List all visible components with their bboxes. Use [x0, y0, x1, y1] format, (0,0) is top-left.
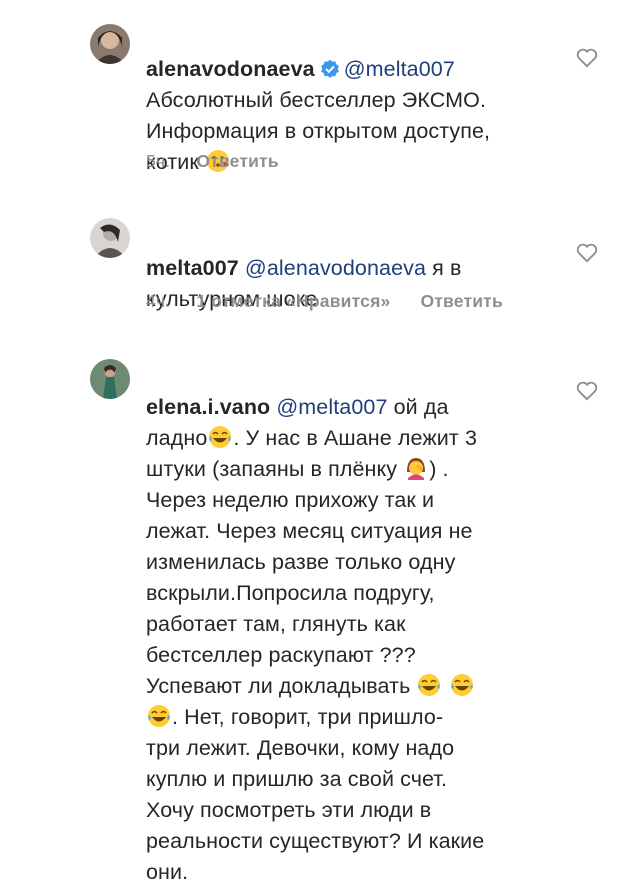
- comment-meta: 5ч. Ответить: [146, 151, 309, 172]
- timestamp: 4ч.: [146, 291, 171, 311]
- username[interactable]: elena.i.vano: [146, 395, 270, 419]
- avatar[interactable]: [90, 218, 130, 258]
- mention-link[interactable]: @melta007: [344, 57, 455, 81]
- reply-button[interactable]: Ответить: [196, 151, 278, 171]
- comment-elena-i-vano: elena.i.vano @melta007 ой да ладно. У на…: [0, 330, 632, 884]
- username[interactable]: melta007: [146, 256, 239, 280]
- likes-count[interactable]: 1 отметка «Нравится»: [196, 291, 390, 311]
- tears-of-joy-emoji: [418, 674, 441, 696]
- comment-text: elena.i.vano @melta007 ой да ладно. У на…: [146, 361, 546, 888]
- tears-of-joy-emoji: [450, 674, 473, 696]
- username[interactable]: alenavodonaeva: [146, 57, 315, 81]
- heart-outline-icon[interactable]: [576, 48, 598, 68]
- comment-body-3: ) . Через неделю прихожу так и лежат. Че…: [146, 457, 473, 698]
- heart-outline-icon[interactable]: [576, 381, 598, 401]
- verified-badge-icon: [320, 59, 339, 78]
- tears-of-joy-emoji: [209, 426, 232, 448]
- tears-of-joy-emoji: [148, 705, 170, 727]
- avatar[interactable]: [90, 359, 130, 399]
- mention-link[interactable]: @alenavodonaeva: [245, 256, 426, 280]
- comment-melta007: melta007 @alenavodonaeva я в культурном …: [0, 190, 632, 330]
- timestamp: 5ч.: [146, 151, 171, 171]
- mention-link[interactable]: @melta007: [276, 395, 387, 419]
- comment-meta: 4ч. 1 отметка «Нравится» Ответить: [146, 291, 533, 312]
- comment-alenavodonaeva: alenavodonaeva @melta007 Абсолютный бестсе…: [0, 0, 632, 190]
- facepalm-woman-emoji: [407, 458, 426, 480]
- comment-body-4: . Нет, говорит, три пришло- три лежит. Д…: [146, 705, 485, 884]
- avatar[interactable]: [90, 24, 130, 64]
- heart-outline-icon[interactable]: [576, 243, 598, 263]
- reply-button[interactable]: Ответить: [420, 291, 502, 311]
